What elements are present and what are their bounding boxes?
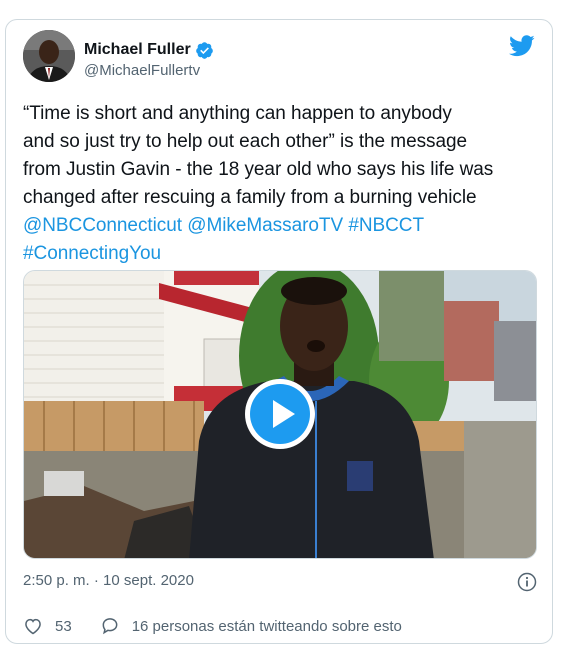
mention-mikemassarotv-link[interactable]: @MikeMassaroTV [187,215,343,236]
like-count: 53 [55,617,72,635]
tweet-text-line: from Justin Gavin - the 18 year old who … [23,159,494,180]
author-name[interactable]: Michael Fuller [84,41,191,59]
tweet-timestamp[interactable]: 2:50 p. m. · 10 sept. 2020 [23,572,194,589]
heart-icon [25,618,41,635]
conversation-text: 16 personas están twitteando sobre esto [131,617,402,635]
tweet-text-line: “Time is short and anything can happen t… [23,103,452,124]
hashtag-nbcct-link[interactable]: #NBCCT [348,215,424,236]
info-icon[interactable] [517,572,537,592]
tweet-actions: 53 16 personas están twitteando sobre es… [23,615,402,637]
twitter-bird-icon[interactable] [508,35,535,57]
conversation-button[interactable]: 16 personas están twitteando sobre esto [100,616,402,636]
tweet-links-line-1: @NBCConnecticut @MikeMassaroTV #NBCCT [23,212,543,240]
author-handle[interactable]: @MichaelFullertv [84,62,200,79]
timestamp-row: 2:50 p. m. · 10 sept. 2020 [23,572,537,594]
tweet-links-line-2: #ConnectingYou [23,240,543,268]
reply-bubble-icon [102,618,118,635]
video-player[interactable] [23,270,537,559]
play-button[interactable] [244,378,316,450]
verified-badge-icon [195,41,214,60]
hashtag-connectingyou-link[interactable]: #ConnectingYou [23,243,161,264]
tweet-text-line: changed after rescuing a family from a b… [23,187,477,208]
tweet-text-line: and so just try to help out each other” … [23,131,468,152]
avatar[interactable] [23,30,75,82]
tweet-text: “Time is short and anything can happen t… [23,100,543,268]
like-button[interactable]: 53 [23,616,72,636]
play-icon [245,379,315,449]
author-name-row[interactable]: Michael Fuller [84,39,214,61]
tweet-card[interactable]: Michael Fuller @MichaelFullertv “Time is… [5,19,553,644]
tweet-header: Michael Fuller @MichaelFullertv [23,30,537,88]
mention-nbcconnecticut-link[interactable]: @NBCConnecticut [23,215,182,236]
